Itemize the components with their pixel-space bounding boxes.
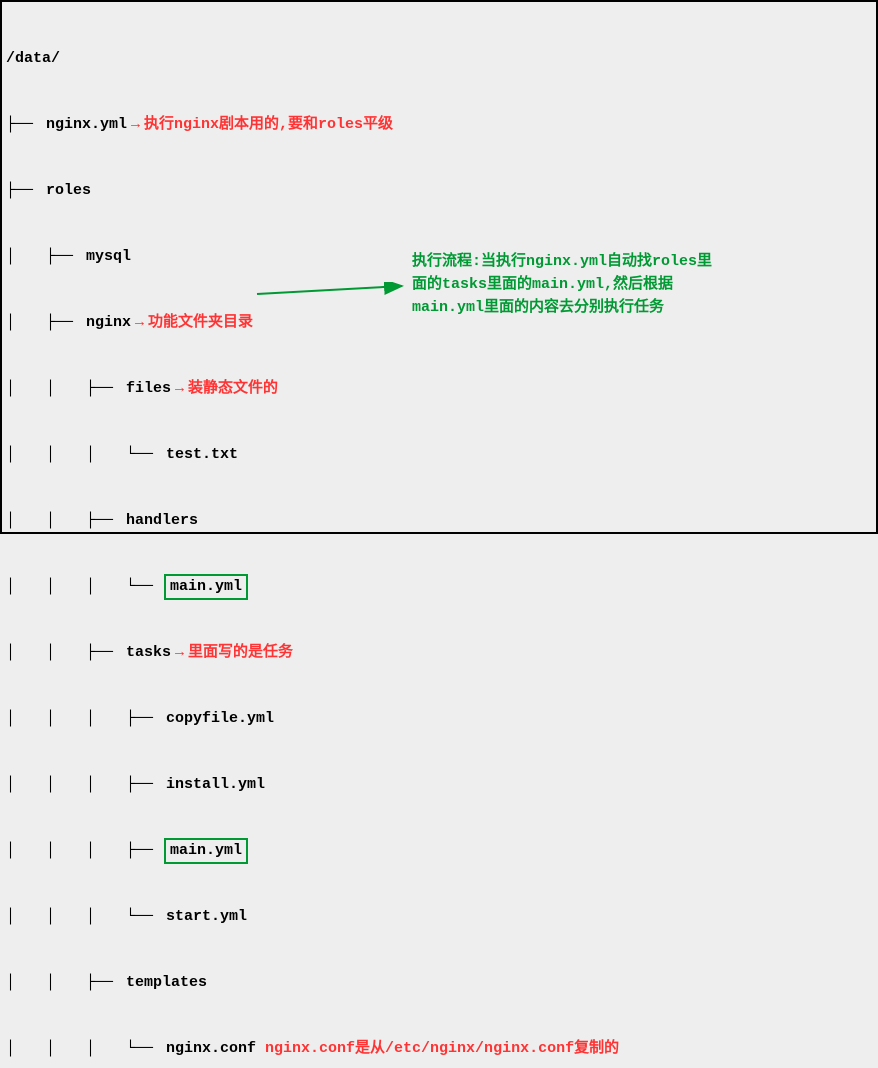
file-start: start.yml	[166, 906, 247, 928]
file-install: install.yml	[166, 774, 265, 796]
tree-row: │ │ ├── tasks→里面写的是任务	[6, 642, 872, 664]
dir-roles: roles	[46, 180, 91, 202]
annotation-nginx: 功能文件夹目录	[148, 312, 253, 334]
file-tasks-main: main.yml	[164, 838, 248, 864]
tree-row: │ │ │ ├── copyfile.yml	[6, 708, 872, 730]
tree-row: │ │ ├── templates	[6, 972, 872, 994]
arrow-icon: →	[135, 312, 144, 334]
tree-row: │ │ │ └── start.yml	[6, 906, 872, 928]
tree-row: │ │ │ ├── main.yml	[6, 840, 872, 862]
annotation-tasks: 里面写的是任务	[188, 642, 293, 664]
tree-row: │ │ ├── handlers	[6, 510, 872, 532]
flow-line3: main.yml里面的内容去分别执行任务	[412, 296, 712, 319]
tree-row: ├── nginx.yml→执行nginx剧本用的,要和roles平级	[6, 114, 872, 136]
tree-row: │ │ │ ├── install.yml	[6, 774, 872, 796]
dir-handlers: handlers	[126, 510, 198, 532]
annotation-files: 装静态文件的	[188, 378, 278, 400]
dir-templates: templates	[126, 972, 207, 994]
file-test-txt: test.txt	[166, 444, 238, 466]
annotation-nginx-conf: nginx.conf是从/etc/nginx/nginx.conf复制的	[265, 1038, 619, 1060]
dir-files: files	[126, 378, 171, 400]
dir-mysql: mysql	[86, 246, 131, 268]
annotation-nginx-yml: 执行nginx剧本用的,要和roles平级	[144, 114, 393, 136]
directory-tree: /data/ ├── nginx.yml→执行nginx剧本用的,要和roles…	[2, 2, 876, 1068]
root-dir: /data/	[6, 48, 60, 70]
file-nginx-yml: nginx.yml	[46, 114, 127, 136]
file-nginx-conf: nginx.conf	[166, 1038, 256, 1060]
file-copyfile: copyfile.yml	[166, 708, 274, 730]
tree-row: │ │ │ └── main.yml	[6, 576, 872, 598]
dir-nginx: nginx	[86, 312, 131, 334]
root-line: /data/	[6, 48, 872, 70]
flow-annotation: 执行流程:当执行nginx.yml自动找roles里 面的tasks里面的mai…	[412, 250, 712, 319]
tree-row: │ │ │ └── nginx.conf nginx.conf是从/etc/ng…	[6, 1038, 872, 1060]
arrow-icon: →	[131, 114, 140, 136]
arrow-icon: →	[175, 642, 184, 664]
file-handlers-main: main.yml	[164, 574, 248, 600]
tree-row: │ │ ├── files→装静态文件的	[6, 378, 872, 400]
tree-row: │ │ │ └── test.txt	[6, 444, 872, 466]
tree-row: ├── roles	[6, 180, 872, 202]
arrow-icon: →	[175, 378, 184, 400]
dir-tasks: tasks	[126, 642, 171, 664]
flow-line1: 执行流程:当执行nginx.yml自动找roles里	[412, 250, 712, 273]
flow-line2: 面的tasks里面的main.yml,然后根据	[412, 273, 712, 296]
